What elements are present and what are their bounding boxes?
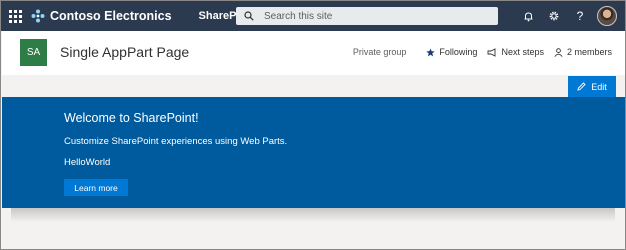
bell-icon — [524, 11, 532, 21]
banner-shadow — [11, 208, 615, 222]
contoso-logo-icon — [31, 9, 45, 23]
site-logo[interactable]: SA — [20, 39, 47, 66]
suite-actions: ? — [515, 1, 625, 31]
pencil-icon — [577, 82, 586, 91]
site-header: SA Single AppPart Page Private group Fol… — [2, 31, 625, 75]
brand-name: Contoso Electronics — [50, 9, 172, 23]
browser-frame: Contoso Electronics SharePoint Search th… — [0, 0, 626, 250]
search-box[interactable]: Search this site — [236, 7, 498, 25]
follow-button[interactable]: Following — [426, 47, 477, 57]
search-placeholder: Search this site — [264, 10, 333, 22]
megaphone-icon — [488, 47, 496, 57]
welcome-title: Welcome to SharePoint! — [64, 111, 199, 125]
waffle-icon — [8, 9, 22, 23]
star-icon — [426, 47, 436, 56]
command-bar: Edit — [2, 75, 625, 97]
learn-more-button[interactable]: Learn more — [64, 179, 128, 196]
edit-button[interactable]: Edit — [568, 76, 616, 97]
help-icon: ? — [576, 9, 584, 23]
edit-label: Edit — [591, 81, 607, 92]
welcome-banner: Welcome to SharePoint! Customize SharePo… — [2, 97, 625, 208]
privacy-label: Private group — [352, 47, 407, 57]
members-label: 2 members — [566, 47, 612, 57]
welcome-description: Customize SharePoint experiences using W… — [64, 136, 288, 147]
profile-avatar[interactable] — [597, 6, 617, 26]
help-button[interactable]: ? — [567, 1, 593, 31]
gear-icon — [549, 11, 559, 21]
webpart-name: HelloWorld — [64, 157, 111, 168]
notifications-button[interactable] — [515, 1, 541, 31]
site-title[interactable]: Single AppPart Page — [60, 44, 189, 60]
next-steps-label: Next steps — [501, 47, 544, 57]
members-button[interactable]: 2 members — [554, 47, 612, 57]
app-launcher-button[interactable] — [1, 1, 29, 31]
settings-button[interactable] — [541, 1, 567, 31]
brand-link[interactable]: Contoso Electronics — [31, 9, 172, 23]
next-steps-button[interactable]: Next steps — [487, 47, 544, 57]
suite-bar: Contoso Electronics SharePoint Search th… — [1, 1, 625, 31]
site-actions: Private group Following Next steps 2 mem… — [353, 47, 612, 57]
follow-label: Following — [439, 47, 478, 57]
person-icon — [554, 47, 563, 57]
search-icon — [244, 11, 254, 21]
